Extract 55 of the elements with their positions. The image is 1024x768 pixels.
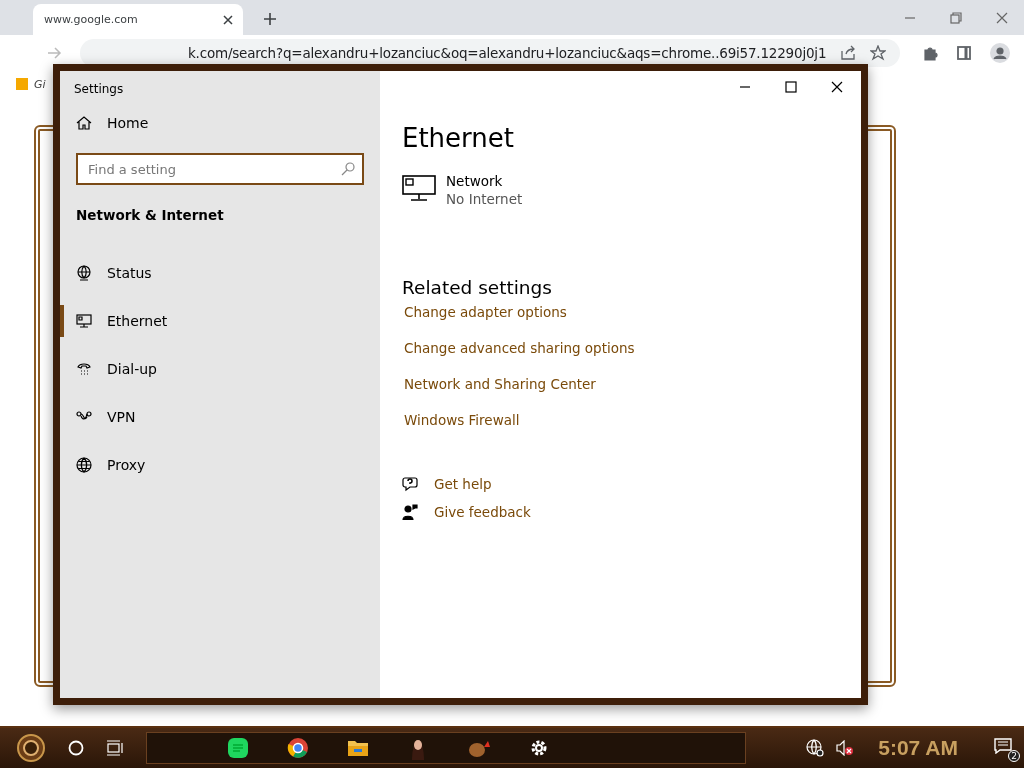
search-field[interactable]: Find a setting bbox=[76, 153, 364, 185]
section-heading: Related settings bbox=[402, 277, 552, 298]
address-bar[interactable]: k.com/search?q=alexandru+lozanciuc&oq=alexandru+lozanciuc&aqs=chrome..69i57.12290j0j1 bbox=[80, 38, 901, 67]
close-icon[interactable] bbox=[223, 14, 233, 25]
speaker-muted-icon[interactable] bbox=[836, 740, 855, 756]
search-icon bbox=[341, 162, 355, 176]
tab-title: www.google.com bbox=[44, 13, 138, 26]
bookmark-star-icon[interactable] bbox=[870, 44, 887, 61]
sidebar-item[interactable]: VPN bbox=[60, 401, 364, 433]
globe-icon bbox=[76, 457, 92, 473]
sidebar-item[interactable]: Ethernet bbox=[60, 305, 364, 337]
chat-app-icon[interactable] bbox=[227, 737, 249, 759]
sidebar-item[interactable]: Proxy bbox=[60, 449, 364, 481]
window-title: Settings bbox=[74, 81, 125, 98]
monitor-icon bbox=[76, 313, 92, 329]
restore-icon[interactable] bbox=[950, 11, 962, 24]
notification-count: 2 bbox=[1008, 750, 1020, 762]
settings-link[interactable]: Windows Firewall bbox=[404, 412, 520, 428]
maximize-icon[interactable] bbox=[785, 81, 797, 93]
help-link[interactable]: Get help bbox=[434, 476, 492, 492]
home-item[interactable]: Home bbox=[76, 107, 364, 139]
bookmark[interactable]: Gi bbox=[16, 77, 46, 91]
sidebar-item[interactable]: Dial-up bbox=[60, 353, 364, 385]
close-icon[interactable] bbox=[831, 81, 843, 93]
profile-icon[interactable] bbox=[990, 42, 1011, 63]
person-feedback-icon bbox=[402, 504, 418, 520]
page-title: Ethernet bbox=[402, 123, 514, 153]
network-name[interactable]: Network bbox=[446, 173, 523, 189]
phone-icon bbox=[76, 361, 92, 377]
url-text: k.com/search?q=alexandru+lozanciuc&oq=alexandru+lozanciuc&aqs=chrome..69i57.12290j0j1 bbox=[188, 44, 827, 61]
side-panel-icon[interactable] bbox=[956, 44, 973, 61]
bookmark-label: Gi bbox=[34, 77, 46, 91]
network-status: No Internet bbox=[446, 191, 523, 207]
share-icon[interactable] bbox=[840, 44, 857, 61]
help-link[interactable]: Give feedback bbox=[434, 504, 531, 520]
extensions-icon[interactable] bbox=[922, 44, 939, 61]
help-chat-icon bbox=[402, 476, 418, 492]
section-heading: Network & Internet bbox=[76, 207, 225, 223]
search-circle-icon[interactable] bbox=[68, 740, 84, 756]
ethernet-monitor-icon[interactable] bbox=[402, 173, 436, 201]
settings-link[interactable]: Change advanced sharing options bbox=[404, 340, 635, 356]
task-view-icon[interactable] bbox=[106, 740, 124, 756]
new-tab-icon[interactable] bbox=[263, 12, 277, 26]
browser-app-icon[interactable] bbox=[287, 737, 309, 759]
message-icon bbox=[994, 738, 1012, 754]
settings-link[interactable]: Change adapter options bbox=[404, 304, 567, 320]
clock[interactable]: 5:07 AM bbox=[878, 736, 958, 760]
home-icon bbox=[76, 115, 92, 131]
settings-icon[interactable] bbox=[529, 738, 549, 758]
settings-link[interactable]: Network and Sharing Center bbox=[404, 376, 596, 392]
network-globe-icon[interactable] bbox=[806, 739, 825, 757]
folder-icon[interactable] bbox=[347, 738, 369, 758]
browser-tab[interactable]: www.google.com bbox=[33, 4, 243, 35]
globe-icon bbox=[76, 265, 92, 281]
sidebar-item[interactable]: Status bbox=[60, 257, 364, 289]
